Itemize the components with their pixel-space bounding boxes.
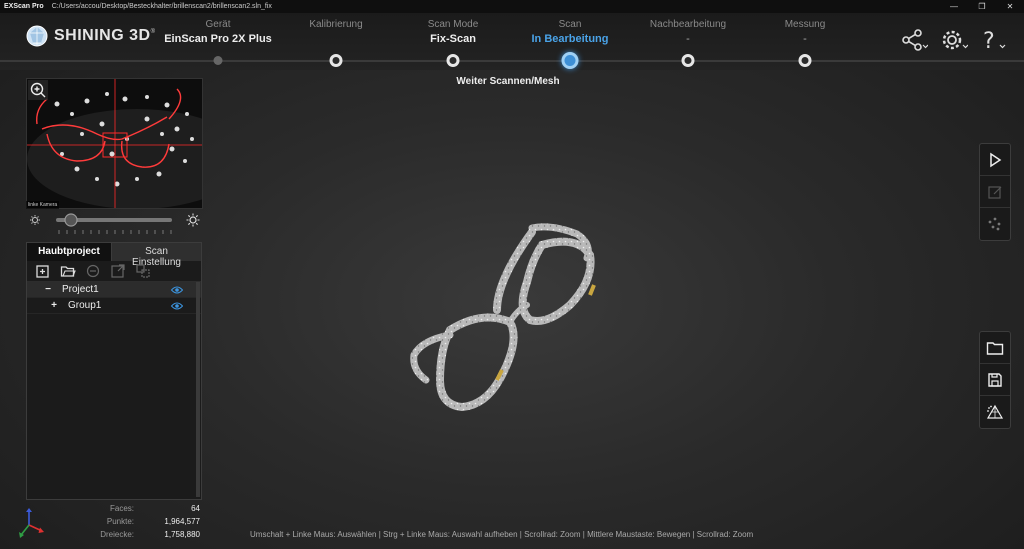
stat-label: Punkte:	[106, 517, 134, 526]
step-node-messung[interactable]	[798, 54, 812, 67]
step-geraet-value: EinScan Pro 2X Plus	[164, 33, 272, 45]
minimize-button[interactable]: —	[940, 0, 968, 13]
points-icon	[988, 217, 1001, 231]
edit-disabled-icon	[988, 185, 1002, 199]
stat-label: Dreiecke:	[100, 530, 134, 539]
brightness-high-icon	[186, 213, 200, 227]
axes-gizmo-icon	[19, 508, 44, 538]
brightness-low-icon	[30, 215, 40, 225]
file-actions-toolbar	[979, 331, 1011, 429]
step-messung-value: -	[803, 33, 807, 45]
step-messung-label: Messung	[784, 19, 826, 30]
mesh-stats: Faces: 64 Punkte: 1,964,577 Dreiecke: 1,…	[70, 502, 200, 541]
new-project-icon[interactable]	[35, 263, 51, 279]
brand-name: SHINING 3D	[54, 27, 151, 44]
step-node-nachbearbeitung[interactable]	[681, 54, 695, 67]
camera-preview	[26, 78, 203, 209]
gear-icon[interactable]	[940, 27, 968, 53]
stat-faces: Faces: 64	[70, 502, 200, 515]
save-button[interactable]	[980, 364, 1010, 396]
close-button[interactable]: ✕	[996, 0, 1024, 13]
collapse-toggle[interactable]: −	[42, 284, 54, 295]
panel-scrollbar[interactable]	[196, 282, 200, 497]
mesh-icon	[986, 404, 1004, 419]
stat-value: 1,758,880	[164, 530, 200, 539]
stat-value: 1,964,577	[164, 517, 200, 526]
expand-toggle[interactable]: +	[48, 300, 60, 311]
tree-item-group[interactable]: + Group1	[27, 298, 201, 314]
svg-text:?: ?	[983, 29, 995, 53]
stat-triangles: Dreiecke: 1,758,880	[70, 528, 200, 541]
step-node-scan[interactable]	[561, 52, 579, 69]
open-folder-icon[interactable]	[60, 263, 76, 279]
brand-logo: SHINING 3D ®	[26, 25, 155, 47]
remove-icon[interactable]	[85, 263, 101, 279]
eye-icon[interactable]	[171, 301, 183, 311]
play-button[interactable]	[980, 144, 1010, 176]
point-cloud-button[interactable]	[980, 208, 1010, 240]
share-icon[interactable]	[900, 27, 928, 53]
mesh-button[interactable]	[980, 396, 1010, 428]
tab-scan-einstellung[interactable]: Scan Einstellung	[112, 243, 201, 268]
tab-haubtproject[interactable]: Haubtproject	[27, 243, 112, 261]
camera-preview-image	[27, 79, 202, 208]
step-node-kalibrierung[interactable]	[329, 54, 343, 67]
window-titlebar: EXScan Pro C:/Users/accou/Desktop/Bestec…	[0, 0, 1024, 13]
save-icon	[988, 372, 1002, 387]
file-path: C:/Users/accou/Desktop/Besteckhalter/bri…	[51, 3, 272, 10]
play-icon	[990, 152, 1002, 167]
shining3d-logo-icon	[26, 25, 48, 47]
stat-label: Faces:	[109, 504, 134, 513]
brightness-control	[26, 212, 203, 236]
open-button[interactable]	[980, 332, 1010, 364]
app-title: EXScan Pro	[4, 3, 44, 10]
maximize-button[interactable]: ❐	[968, 0, 996, 13]
export-icon[interactable]	[110, 263, 126, 279]
stat-points: Punkte: 1,964,577	[70, 515, 200, 528]
eye-icon[interactable]	[171, 285, 183, 295]
weiter-scannen-mesh-link[interactable]: Weiter Scannen/Mesh	[456, 76, 559, 87]
help-icon[interactable]: ?	[980, 27, 1008, 53]
camera-label: linke Kamera	[26, 201, 60, 209]
tree-item-label: Project1	[62, 284, 99, 295]
preview-zoom-button[interactable]	[28, 80, 48, 100]
scanned-glasses-mesh[interactable]	[402, 210, 632, 420]
folder-icon	[986, 341, 1004, 355]
tree-item-project[interactable]: − Project1	[27, 282, 201, 298]
tree-item-label: Group1	[68, 300, 102, 311]
stat-value: 64	[191, 504, 200, 513]
progress-track	[0, 60, 1024, 62]
edit-button[interactable]	[980, 176, 1010, 208]
status-hint-bar: Umschalt + Linke Maus: Auswählen | Strg …	[250, 530, 754, 539]
merge-icon[interactable]	[135, 263, 151, 279]
brightness-slider-thumb[interactable]	[64, 213, 78, 227]
scan-actions-toolbar	[979, 143, 1011, 241]
step-node-geraet[interactable]	[213, 56, 223, 65]
step-node-scanmode[interactable]	[446, 54, 460, 67]
zoom-in-icon	[30, 82, 46, 98]
project-panel: Haubtproject Scan Einstellung − Project1…	[26, 242, 202, 500]
